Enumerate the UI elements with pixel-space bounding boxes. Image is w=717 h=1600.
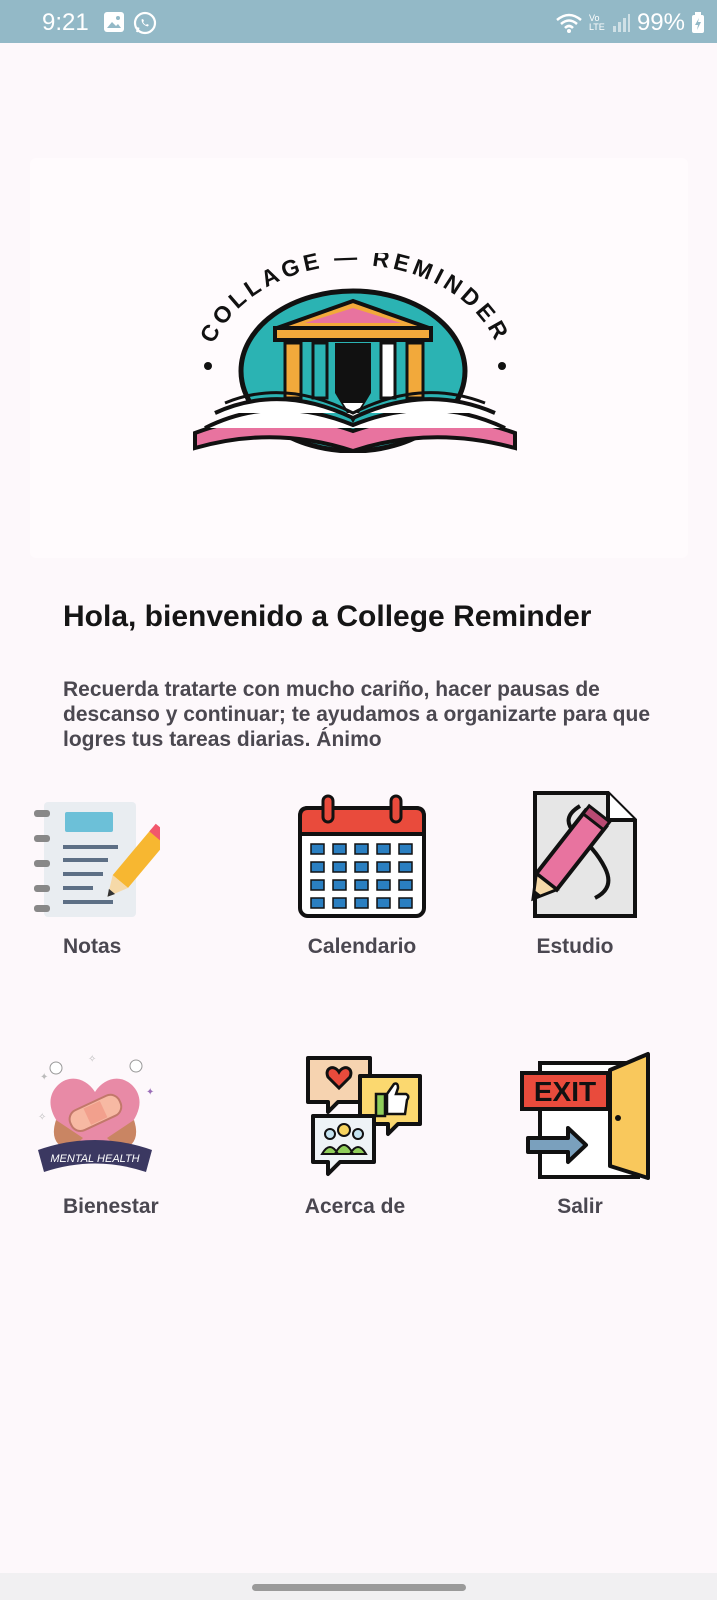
menu-about[interactable]: Acerca de — [275, 1045, 435, 1219]
status-time: 9:21 — [42, 9, 89, 36]
gesture-navigation-handle[interactable] — [252, 1584, 466, 1591]
menu-notes[interactable]: Notas — [15, 785, 175, 959]
menu-exit-label: Salir — [557, 1195, 603, 1218]
menu-notes-label: Notas — [63, 935, 122, 958]
network-type-label: Vo LTE — [588, 13, 605, 32]
menu-wellness[interactable]: MENTAL HEALTH ✦ ✦ ✧ ✧ Bienestar — [15, 1045, 175, 1219]
signal-icon — [612, 14, 630, 32]
college-reminder-logo: COLLAGE — REMINDER — [193, 253, 517, 453]
menu-calendar[interactable]: Calendario — [282, 785, 442, 959]
welcome-title: Hola, bienvenido a College Reminder — [63, 600, 592, 633]
svg-text:✧: ✧ — [38, 1112, 46, 1123]
svg-text:✧: ✧ — [88, 1054, 96, 1065]
gallery-icon — [104, 12, 124, 32]
svg-text:✦: ✦ — [40, 1072, 48, 1083]
mental-health-icon: MENTAL HEALTH ✦ ✦ ✧ ✧ — [38, 1054, 154, 1172]
welcome-message: Recuerda tratarte con mucho cariño, hace… — [63, 678, 651, 751]
status-bar: 9:21 Vo LTE 99% — [0, 0, 717, 43]
menu-study-label: Estudio — [536, 935, 614, 958]
whatsapp-icon — [133, 11, 157, 35]
exit-sign-text: EXIT — [534, 1076, 596, 1107]
exit-icon: EXIT — [520, 1052, 650, 1180]
status-notification-icons — [103, 11, 157, 35]
menu-calendar-label: Calendario — [307, 935, 417, 958]
svg-text:✦: ✦ — [146, 1087, 154, 1098]
about-icon — [306, 1056, 422, 1176]
logo-card: COLLAGE — REMINDER — [30, 158, 688, 558]
notes-icon — [34, 802, 160, 917]
wifi-icon — [556, 13, 582, 33]
mental-health-banner-text: MENTAL HEALTH — [50, 1153, 139, 1165]
menu-exit[interactable]: EXIT Salir — [500, 1045, 660, 1219]
menu-about-label: Acerca de — [304, 1195, 406, 1218]
calendar-icon — [298, 794, 426, 918]
battery-percentage: 99% — [636, 9, 685, 36]
menu-study[interactable]: Estudio — [495, 785, 655, 959]
study-icon — [531, 791, 637, 918]
status-system-icons: Vo LTE 99% — [555, 9, 705, 37]
battery-charging-icon — [692, 12, 704, 33]
menu-wellness-label: Bienestar — [63, 1195, 159, 1218]
